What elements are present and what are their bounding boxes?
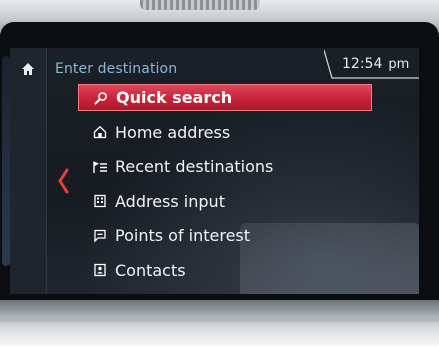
menu-item-points-of-interest[interactable]: Points of interest (78, 219, 372, 254)
menu-item-contacts[interactable]: Contacts (78, 253, 372, 288)
menu-item-label: Home address (115, 122, 231, 142)
menu-item-home-address[interactable]: Home address (78, 115, 372, 150)
destination-menu: Quick search Home address Recent destina… (78, 82, 372, 288)
magnifier-icon (93, 90, 109, 106)
chevron-left-icon (58, 168, 69, 194)
side-panel (10, 48, 47, 294)
back-button[interactable] (54, 166, 72, 196)
clock-period: pm (388, 57, 410, 72)
clock-time: 12:54 (342, 56, 383, 72)
clock-tab: 12:54 pm (324, 48, 419, 82)
home-button[interactable] (19, 60, 37, 78)
clock: 12:54 pm (342, 56, 409, 72)
menu-item-label: Address input (115, 191, 225, 211)
bezel-edge (2, 56, 10, 266)
menu-item-address-input[interactable]: Address input (78, 184, 372, 219)
navigation-screen: Enter destination 12:54 pm Quick search H… (10, 48, 419, 294)
dashboard-bottom (0, 300, 439, 346)
menu-item-label: Quick search (116, 88, 233, 107)
building-icon (92, 193, 108, 209)
screen-title: Enter destination (55, 61, 178, 77)
speech-bubble-icon (92, 228, 108, 244)
menu-item-recent-destinations[interactable]: Recent destinations (78, 150, 372, 185)
menu-item-label: Contacts (115, 260, 186, 280)
home-outline-icon (92, 124, 108, 140)
menu-item-label: Recent destinations (115, 157, 274, 177)
menu-item-quick-search[interactable]: Quick search (78, 84, 372, 111)
flag-list-icon (92, 159, 108, 175)
home-icon (22, 63, 34, 75)
air-vent (140, 0, 260, 10)
contact-card-icon (92, 262, 108, 278)
menu-item-label: Points of interest (115, 226, 251, 246)
